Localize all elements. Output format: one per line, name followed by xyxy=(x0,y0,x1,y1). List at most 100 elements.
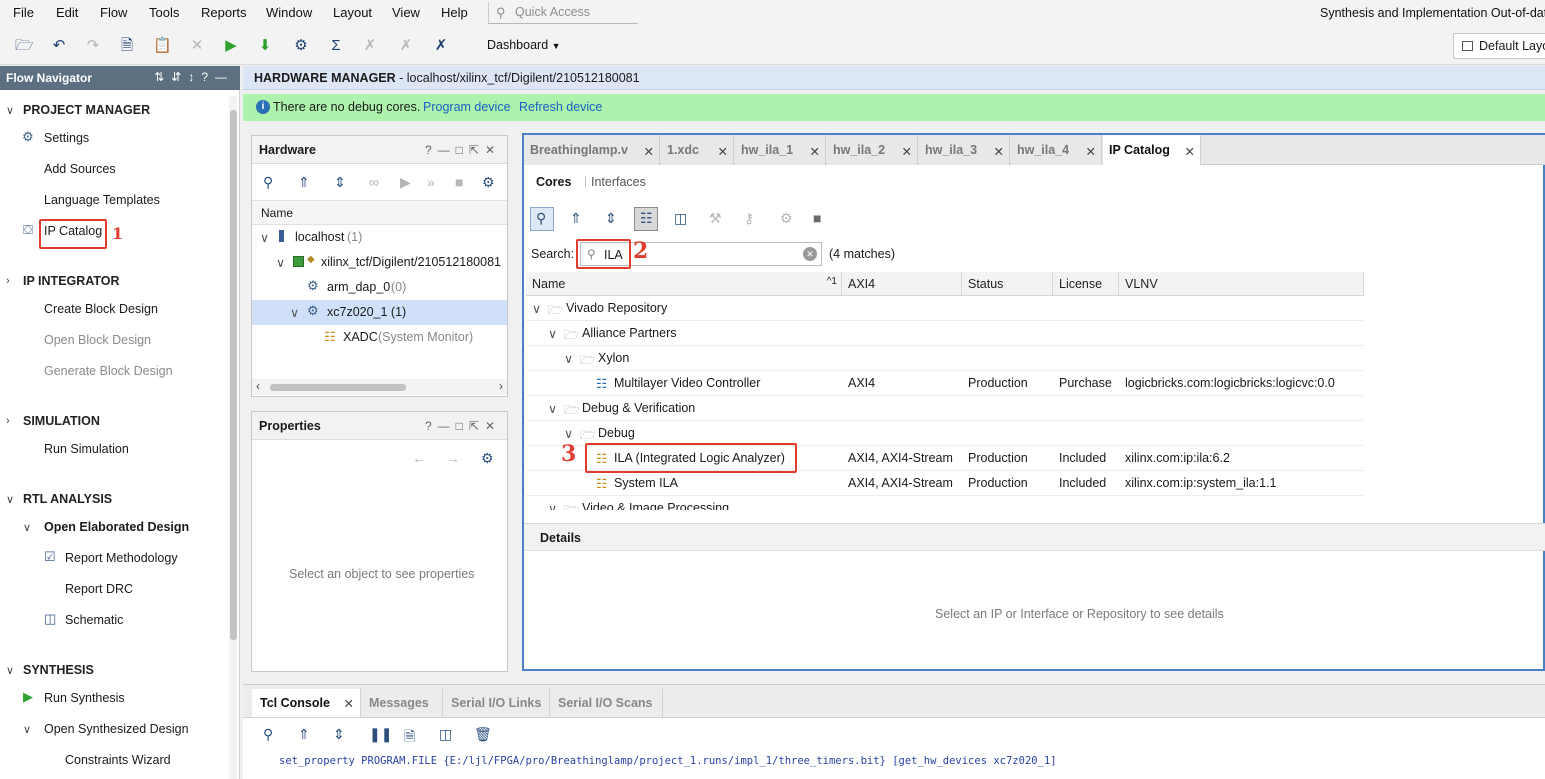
open-folder-icon[interactable]: 🗁 xyxy=(15,37,34,55)
back-arrow-icon[interactable]: ← xyxy=(412,450,426,466)
section-ip-integrator[interactable]: IP INTEGRATOR xyxy=(23,274,120,288)
chevron-down-icon[interactable]: ∨ xyxy=(290,305,299,320)
scrollbar-thumb[interactable] xyxy=(230,110,237,640)
menu-file[interactable]: File xyxy=(13,5,34,20)
tool-icon[interactable]: ✗ xyxy=(397,37,415,55)
table-icon[interactable]: ◫ xyxy=(439,726,452,743)
tab-hw-ila-2[interactable]: hw_ila_2 ✕ xyxy=(827,135,918,165)
chevron-right-icon[interactable]: › xyxy=(499,379,503,393)
cut-icon[interactable]: ✗ xyxy=(432,37,450,55)
close-icon[interactable]: ✕ xyxy=(1185,144,1195,159)
chevron-right-icon[interactable]: › xyxy=(6,275,10,287)
undo-icon[interactable]: ↶ xyxy=(50,37,68,55)
dashboard-menu[interactable]: Dashboard ▼ xyxy=(487,38,561,52)
sigma-icon[interactable]: Σ xyxy=(327,37,345,55)
nav-create-block-design[interactable]: Create Block Design xyxy=(44,302,158,316)
chevron-down-icon[interactable]: ∨ xyxy=(23,521,31,534)
collapse-all-icon[interactable]: ⇑ xyxy=(298,174,310,191)
chevron-down-icon[interactable]: ∨ xyxy=(6,104,14,117)
chevron-down-icon[interactable]: ∨ xyxy=(532,301,541,316)
chevron-right-icon[interactable]: › xyxy=(6,415,10,427)
scrollbar-thumb[interactable] xyxy=(270,384,406,391)
stop-icon[interactable]: ■ xyxy=(813,210,821,226)
quick-access-input[interactable]: ⚲ Quick Access xyxy=(488,2,638,24)
expand-all-icon[interactable]: ⇕ xyxy=(333,726,345,743)
table-row[interactable]: ☷ System ILA AXI4, AXI4-Stream Productio… xyxy=(526,471,1364,496)
debug-icon[interactable]: ✗ xyxy=(361,37,379,55)
hierarchy-icon[interactable]: ◫ xyxy=(674,210,687,227)
trash-icon[interactable]: 🗑 xyxy=(474,726,492,743)
tab-ip-catalog[interactable]: IP Catalog ✕ xyxy=(1103,135,1201,165)
column-name[interactable]: Name ^1 xyxy=(526,272,842,296)
tab-breathinglamp[interactable]: Breathinglamp.v ✕ xyxy=(524,135,660,165)
column-license[interactable]: License xyxy=(1053,272,1119,296)
nav-open-synthesized-design[interactable]: Open Synthesized Design xyxy=(44,722,189,736)
document-icon[interactable]: 🗎 xyxy=(118,37,136,55)
section-rtl-analysis[interactable]: RTL ANALYSIS xyxy=(23,492,112,506)
collapse-all-icon[interactable]: ⇑ xyxy=(570,210,582,227)
tree-row-device[interactable]: ∨ ⚙ xc7z020_1 (1) xyxy=(252,300,507,325)
wrench-icon[interactable]: ⚒ xyxy=(709,210,722,227)
run-trigger-icon[interactable]: ▶ xyxy=(400,174,411,191)
column-axi4[interactable]: AXI4 xyxy=(842,272,962,296)
flow-navigator-scrollbar[interactable] xyxy=(229,96,237,779)
table-row[interactable]: ∨ 🗁 Alliance Partners xyxy=(526,321,1364,346)
tree-row-arm-dap[interactable]: ⚙ arm_dap_0 (0) xyxy=(252,275,507,300)
key-icon[interactable]: ⚷ xyxy=(744,210,754,227)
table-row[interactable]: ∨ 🗁 Xylon xyxy=(526,346,1364,371)
forward-arrow-icon[interactable]: → xyxy=(446,450,460,466)
nav-schematic[interactable]: Schematic xyxy=(65,613,123,627)
nav-report-drc[interactable]: Report DRC xyxy=(65,582,133,596)
delete-icon[interactable]: ✕ xyxy=(188,37,206,55)
gear-icon[interactable]: ⚙ xyxy=(481,450,494,467)
chevron-down-icon[interactable]: ∨ xyxy=(548,326,557,341)
menu-window[interactable]: Window xyxy=(266,5,312,20)
nav-run-simulation[interactable]: Run Simulation xyxy=(44,442,129,456)
column-status[interactable]: Status xyxy=(962,272,1053,296)
close-icon[interactable]: ✕ xyxy=(1086,144,1096,159)
chevron-down-icon[interactable]: ∨ xyxy=(276,255,285,270)
subtab-interfaces[interactable]: Interfaces xyxy=(591,175,646,189)
expand-all-icon[interactable]: ⇕ xyxy=(334,174,346,191)
menu-view[interactable]: View xyxy=(392,5,420,20)
hardware-hscrollbar[interactable]: ‹ › xyxy=(252,379,507,395)
collapse-all-icon[interactable]: ⇑ xyxy=(298,726,310,743)
section-synthesis[interactable]: SYNTHESIS xyxy=(23,663,94,677)
tab-hw-ila-1[interactable]: hw_ila_1 ✕ xyxy=(735,135,826,165)
stop-icon[interactable]: ■ xyxy=(455,174,463,190)
gear-icon[interactable]: ⚙ xyxy=(292,37,310,55)
tree-row-localhost[interactable]: ∨ localhost (1) xyxy=(252,225,507,250)
paste-icon[interactable]: 📋 xyxy=(153,37,172,55)
connect-icon[interactable]: ∞ xyxy=(369,174,379,190)
tab-serial-io-links[interactable]: Serial I/O Links xyxy=(443,689,550,717)
search-icon[interactable]: ⚲ xyxy=(263,174,273,191)
close-icon[interactable]: ✕ xyxy=(344,696,354,711)
layout-selector[interactable]: Default Layo xyxy=(1453,33,1545,59)
nav-add-sources[interactable]: Add Sources xyxy=(44,162,116,176)
refresh-device-link[interactable]: Refresh device xyxy=(519,100,602,114)
table-row[interactable]: ∨ 🗁 Debug & Verification xyxy=(526,396,1364,421)
chevron-down-icon[interactable]: ∨ xyxy=(564,351,573,366)
tab-tcl-console[interactable]: Tcl Console ✕ xyxy=(252,689,361,717)
chevron-down-icon[interactable]: ∨ xyxy=(23,723,31,736)
copy-icon[interactable]: 🗎 xyxy=(404,726,415,750)
chevron-down-icon[interactable]: ∨ xyxy=(6,493,14,506)
gear-icon[interactable]: ⚙ xyxy=(482,174,495,191)
subtab-cores[interactable]: Cores xyxy=(536,175,571,189)
panel-controls-icon[interactable]: ?—□⇱✕ xyxy=(425,419,501,433)
nav-constraints-wizard[interactable]: Constraints Wizard xyxy=(65,753,171,767)
section-simulation[interactable]: SIMULATION xyxy=(23,414,100,428)
table-row[interactable]: ∨ 🗁 Video & Image Processing xyxy=(526,496,1364,510)
chevron-down-icon[interactable]: ∨ xyxy=(260,230,269,245)
tab-serial-io-scans[interactable]: Serial I/O Scans xyxy=(550,689,663,717)
clear-search-icon[interactable]: ✕ xyxy=(803,247,817,261)
column-vlnv[interactable]: VLNV xyxy=(1119,272,1364,296)
table-row[interactable]: ∨ 🗁 Vivado Repository xyxy=(526,296,1364,321)
nav-generate-block-design[interactable]: Generate Block Design xyxy=(44,364,173,378)
section-project-manager[interactable]: PROJECT MANAGER xyxy=(23,103,150,117)
tab-messages[interactable]: Messages xyxy=(361,689,443,717)
search-icon[interactable]: ⚲ xyxy=(263,726,273,743)
program-device-link[interactable]: Program device xyxy=(423,100,511,114)
menu-layout[interactable]: Layout xyxy=(333,5,372,20)
tree-row-target[interactable]: ∨ ◆ xilinx_tcf/Digilent/210512180081 xyxy=(252,250,507,275)
